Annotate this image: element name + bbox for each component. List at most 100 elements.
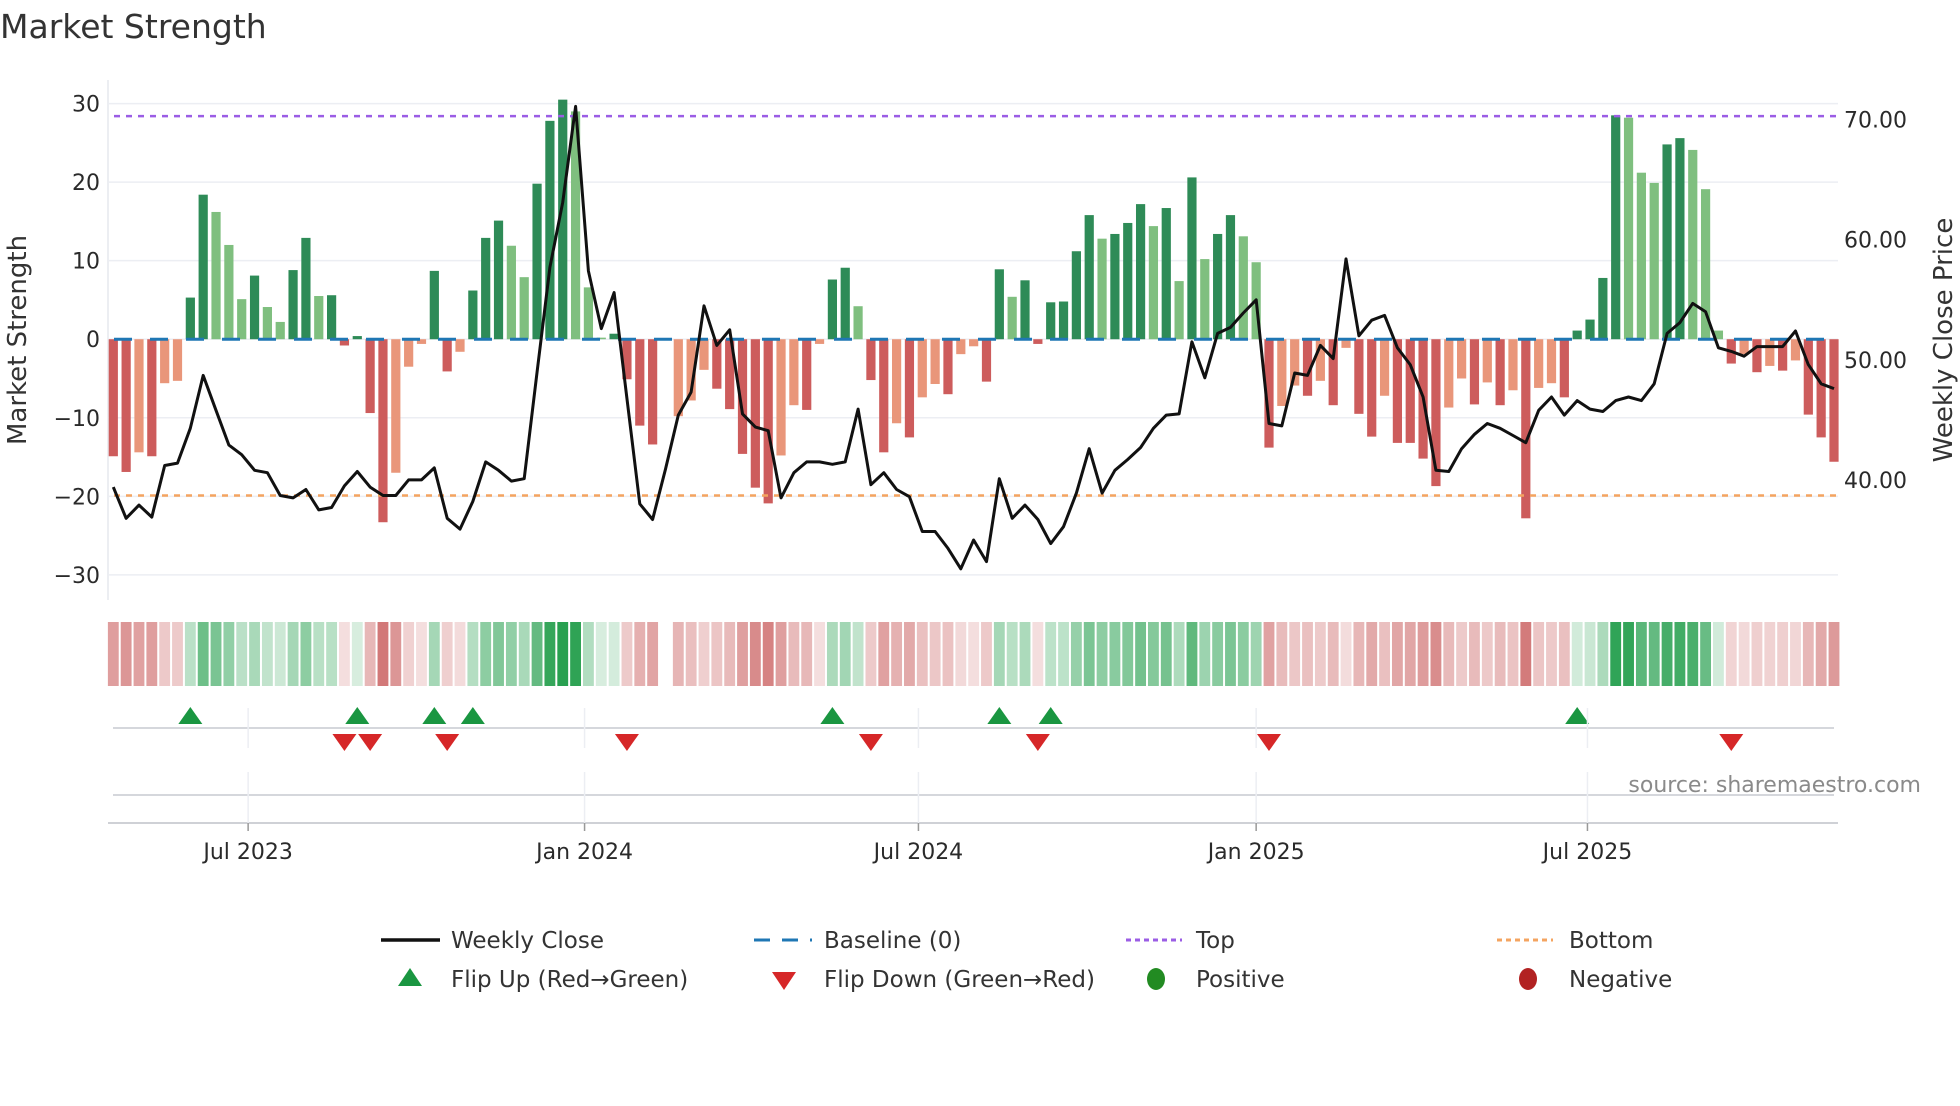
strength-strip-cell <box>570 622 581 686</box>
flip-up-marker <box>178 707 203 724</box>
flip-down-marker <box>1256 734 1281 751</box>
strength-bar <box>840 267 850 340</box>
strength-strip-cell <box>544 622 556 686</box>
strength-strip-cell <box>223 622 235 686</box>
strength-strip-cell <box>1417 622 1429 686</box>
strength-bar <box>930 339 940 384</box>
strength-bar <box>301 237 311 340</box>
y-tick-label: 0 <box>86 328 100 353</box>
strength-bar <box>1752 339 1762 373</box>
strength-strip-cell <box>313 622 325 686</box>
flip-up-marker <box>987 707 1012 724</box>
strength-bar <box>1662 144 1672 340</box>
strength-strip-cell <box>1700 622 1712 686</box>
strength-strip-cell <box>826 622 838 686</box>
strength-bar <box>1277 339 1287 406</box>
strength-bar <box>262 307 272 340</box>
strength-bar <box>391 339 401 473</box>
strength-bar <box>1135 204 1146 340</box>
strength-strip-cell <box>1571 622 1583 686</box>
strength-bar <box>1534 339 1544 388</box>
strength-bar <box>763 339 773 504</box>
strength-strip-cell <box>595 622 607 686</box>
strength-strip-cell <box>981 622 992 686</box>
strength-bar <box>814 339 825 344</box>
strength-strip-cell <box>249 622 260 686</box>
strength-bar <box>1392 339 1403 443</box>
strength-strip-cell <box>146 622 158 686</box>
strength-strip-cell <box>891 622 903 686</box>
triangle-up-icon <box>398 968 422 986</box>
strength-strip-cell <box>557 622 569 686</box>
strength-bar <box>352 336 362 340</box>
strength-strip-cell <box>1430 622 1442 686</box>
strength-bar <box>1495 339 1505 406</box>
strength-strip-cell <box>647 622 659 686</box>
strength-bar <box>404 339 414 367</box>
strength-bar <box>211 211 221 340</box>
strength-strip-cell <box>1096 622 1108 686</box>
strength-bar <box>1469 339 1480 405</box>
strength-strip-cell <box>762 622 774 686</box>
strength-strip-cell <box>814 622 825 686</box>
strength-strip-cell <box>1263 622 1275 686</box>
strength-strip-cell <box>1173 622 1185 686</box>
legend-item-flip-up: Flip Up (Red→Green) <box>398 967 688 993</box>
strength-strip-cell <box>1379 622 1390 686</box>
strength-bar <box>1174 281 1184 340</box>
strength-bar <box>1213 233 1223 340</box>
strength-bar <box>1225 215 1236 340</box>
flip-down-marker <box>858 734 883 751</box>
x-tick-label: Jul 2024 <box>872 840 964 865</box>
y-tick-label: 30 <box>72 93 100 118</box>
strength-strip-cell <box>1186 622 1198 686</box>
flip-up-marker <box>345 707 370 724</box>
strength-strip-cell <box>416 622 427 686</box>
strength-strip-cell <box>993 622 1005 686</box>
strength-bar <box>1482 339 1492 383</box>
strength-strip-cell <box>1790 622 1801 686</box>
strength-bar <box>648 339 658 445</box>
strength-strip-cell <box>839 622 851 686</box>
strength-strip-cell <box>1828 622 1840 686</box>
strength-strip-cell <box>1225 622 1236 686</box>
strength-strip-cell <box>698 622 710 686</box>
strength-strip-cell <box>724 622 736 686</box>
y2-tick-label: 60.00 <box>1844 229 1907 254</box>
legend-label: Negative <box>1569 967 1672 993</box>
flip-up-marker <box>820 707 845 724</box>
strength-strip-cell <box>621 622 633 686</box>
strength-strip-cell <box>711 622 723 686</box>
strength-strip-cell <box>1533 622 1545 686</box>
legend-item-bottom: Bottom <box>1497 928 1653 954</box>
strength-bar <box>134 339 144 453</box>
strength-bars <box>108 99 1839 523</box>
strength-bar <box>1046 302 1056 340</box>
strength-bar <box>1559 339 1569 398</box>
y-tick-label: −20 <box>54 485 100 510</box>
strength-bar <box>943 339 953 395</box>
strength-strip-cell <box>1314 622 1326 686</box>
y-axis-label: Market Strength <box>3 235 33 445</box>
strength-strip-cell <box>1507 622 1519 686</box>
strength-bar <box>468 290 478 340</box>
strength-bar <box>969 339 979 347</box>
strength-bar <box>994 269 1004 340</box>
strength-bar <box>609 333 619 340</box>
strength-bar <box>1585 319 1595 340</box>
strength-strip-cell <box>210 622 222 686</box>
strength-strip-cell <box>364 622 376 686</box>
strength-strip-cell <box>1366 622 1378 686</box>
strength-bar <box>1816 339 1826 438</box>
strength-strip-cell <box>505 622 517 686</box>
strength-strip-cell <box>518 622 530 686</box>
strength-bar <box>1508 339 1518 391</box>
strength-bar <box>1765 339 1775 366</box>
strength-bar <box>892 339 902 424</box>
strength-bar <box>1457 339 1467 379</box>
legend-label: Flip Down (Green→Red) <box>824 967 1095 993</box>
strength-bar <box>481 237 491 340</box>
strength-strip-cell <box>1597 622 1609 686</box>
strength-bar <box>185 297 195 340</box>
strength-bar <box>1020 280 1030 340</box>
